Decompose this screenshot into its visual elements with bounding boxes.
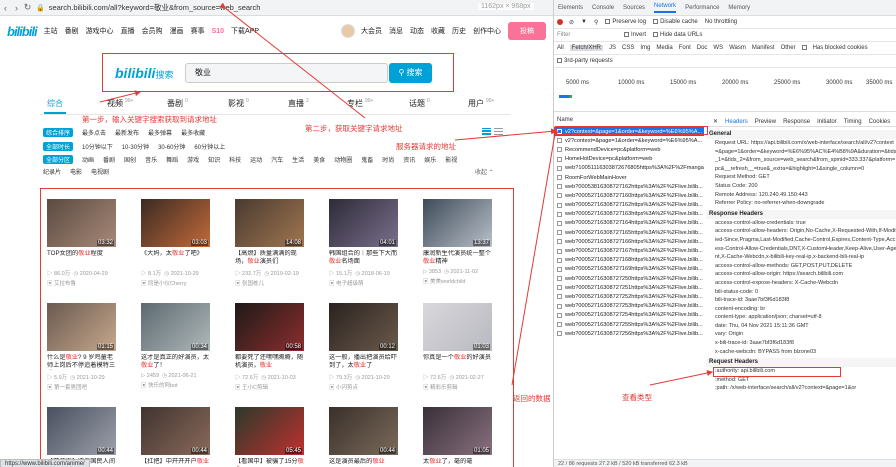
arrow-server [454, 128, 557, 141]
arrow-step2 [219, 2, 366, 119]
annotation-box-content-type [713, 367, 841, 377]
screenshot-root: ‹ › ↻ 🔒 search.bilibili.com/all?keyword=… [0, 0, 896, 467]
annotation-arrows [99, 2, 713, 386]
arrow-returned [511, 127, 559, 386]
annotation-check: 查看类型 [622, 393, 652, 402]
annotation-box-request [555, 126, 708, 135]
arrow-step1 [99, 90, 141, 103]
arrow-check [649, 370, 713, 386]
